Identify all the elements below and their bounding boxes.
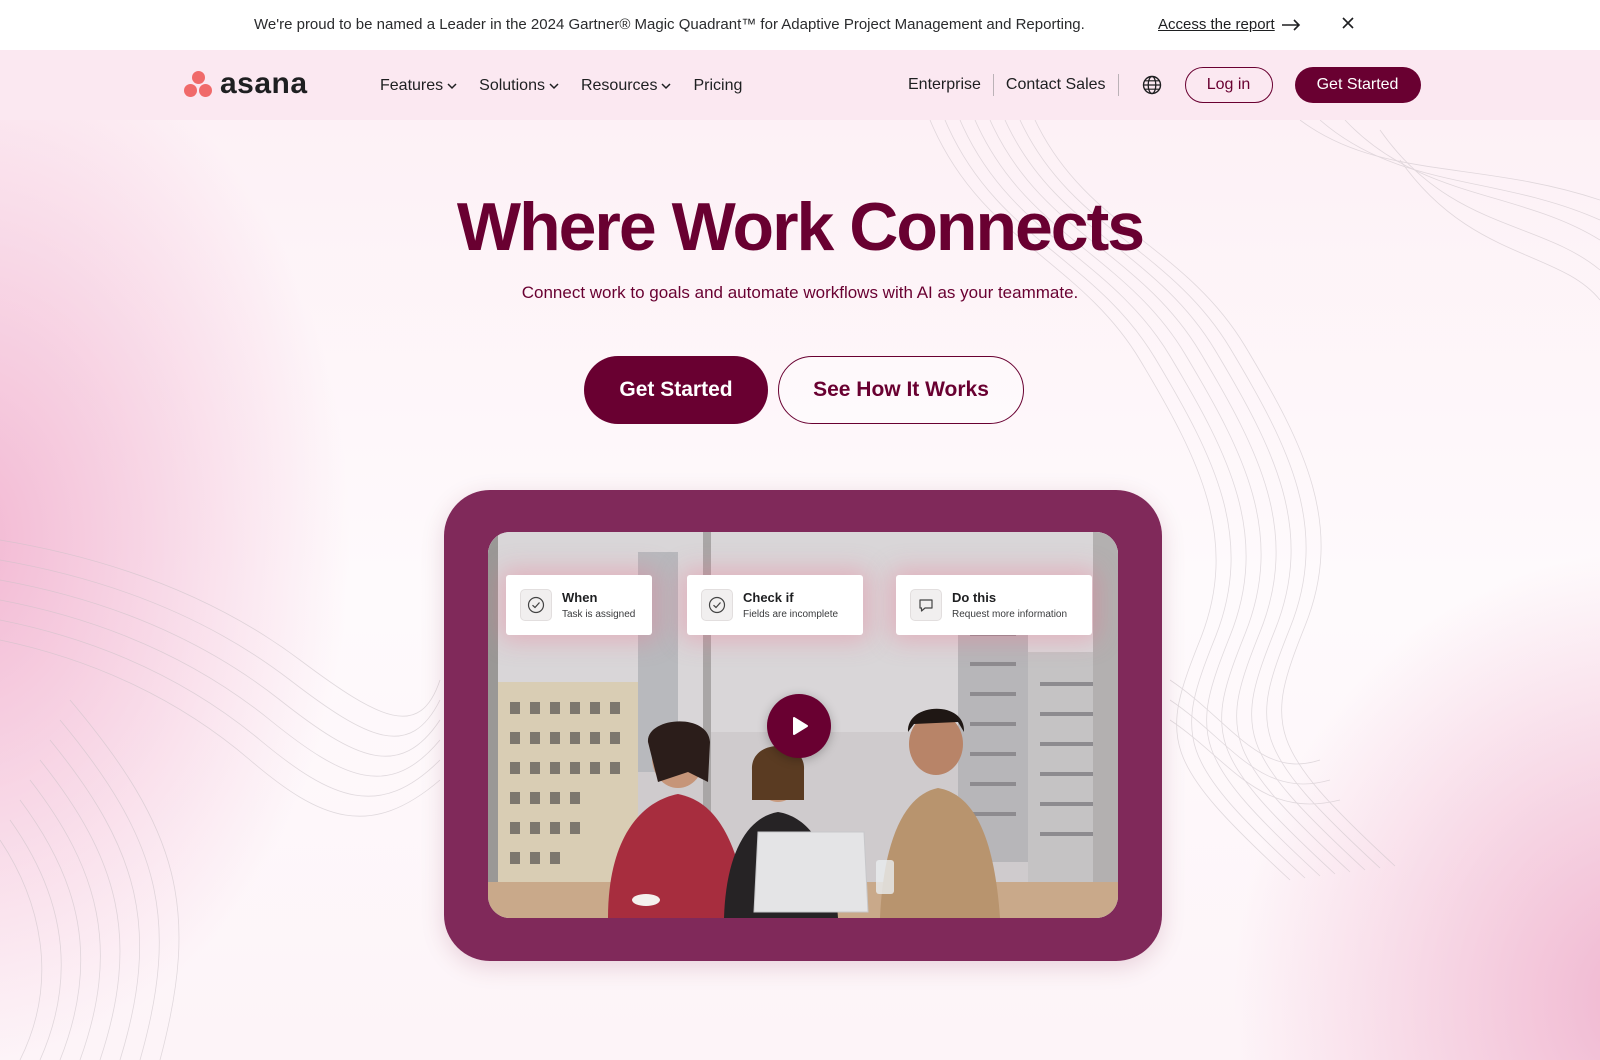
logo-wordmark: asana	[220, 67, 308, 100]
banner-text: We're proud to be named a Leader in the …	[254, 16, 1085, 33]
card-subtitle: Task is assigned	[562, 609, 636, 620]
nav-get-started-button[interactable]: Get Started	[1294, 67, 1421, 103]
menu-features[interactable]: Features	[380, 77, 457, 95]
check-circle-icon	[520, 589, 552, 621]
menu-features-label: Features	[380, 77, 444, 94]
asana-logo-icon	[184, 70, 214, 98]
menu-resources[interactable]: Resources	[581, 77, 671, 95]
card-title: Check if	[743, 590, 794, 605]
automation-card-check-if: Check if Fields are incomplete	[687, 575, 863, 635]
see-how-it-works-button[interactable]: See How It Works	[778, 356, 1024, 424]
globe-icon[interactable]	[1141, 74, 1163, 96]
main-menu: Features Solutions Resources Pricing	[380, 77, 742, 95]
hero-title: Where Work Connects	[456, 189, 1145, 265]
card-title: When	[562, 590, 598, 605]
automation-card-when: When Task is assigned	[506, 575, 652, 635]
play-button[interactable]	[767, 694, 831, 758]
access-report-link[interactable]: Access the report	[1158, 16, 1301, 33]
card-subtitle: Fields are incomplete	[743, 609, 839, 620]
hero-subtitle: Connect work to goals and automate workf…	[521, 283, 1079, 302]
arrow-right-icon	[1281, 18, 1301, 32]
contact-sales-link[interactable]: Contact Sales	[1006, 76, 1106, 94]
menu-pricing-label: Pricing	[693, 77, 743, 94]
video-frame: When Task is assigned Check if Fields ar…	[444, 490, 1162, 961]
divider	[992, 74, 994, 96]
chevron-down-icon	[447, 83, 457, 90]
announcement-banner: We're proud to be named a Leader in the …	[0, 0, 1600, 50]
hero-video[interactable]: When Task is assigned Check if Fields ar…	[488, 532, 1118, 918]
top-nav: asana Features Solutions Resources Prici…	[0, 50, 1600, 120]
hero-section: Where Work Connects Connect work to goal…	[0, 120, 1600, 1060]
menu-pricing[interactable]: Pricing	[693, 77, 742, 95]
enterprise-link[interactable]: Enterprise	[908, 76, 981, 94]
menu-solutions-label: Solutions	[479, 77, 545, 94]
nav-actions: Enterprise Contact Sales Log in Get Star…	[908, 67, 1421, 103]
hero-cta-group: Get Started See How It Works	[584, 356, 1024, 424]
menu-resources-label: Resources	[580, 77, 658, 94]
menu-solutions[interactable]: Solutions	[479, 77, 559, 95]
chevron-down-icon	[549, 83, 559, 90]
automation-card-do-this: Do this Request more information	[896, 575, 1092, 635]
divider	[1117, 74, 1119, 96]
comment-icon	[910, 589, 942, 621]
login-button[interactable]: Log in	[1184, 67, 1273, 103]
chevron-down-icon	[661, 83, 671, 90]
card-subtitle: Request more information	[952, 609, 1068, 620]
close-icon[interactable]	[1338, 13, 1358, 33]
check-circle-icon	[701, 589, 733, 621]
access-report-label: Access the report	[1158, 16, 1275, 33]
play-icon	[793, 717, 808, 735]
hero-get-started-button[interactable]: Get Started	[584, 356, 768, 424]
card-title: Do this	[952, 590, 997, 605]
asana-logo[interactable]: asana	[184, 67, 308, 100]
